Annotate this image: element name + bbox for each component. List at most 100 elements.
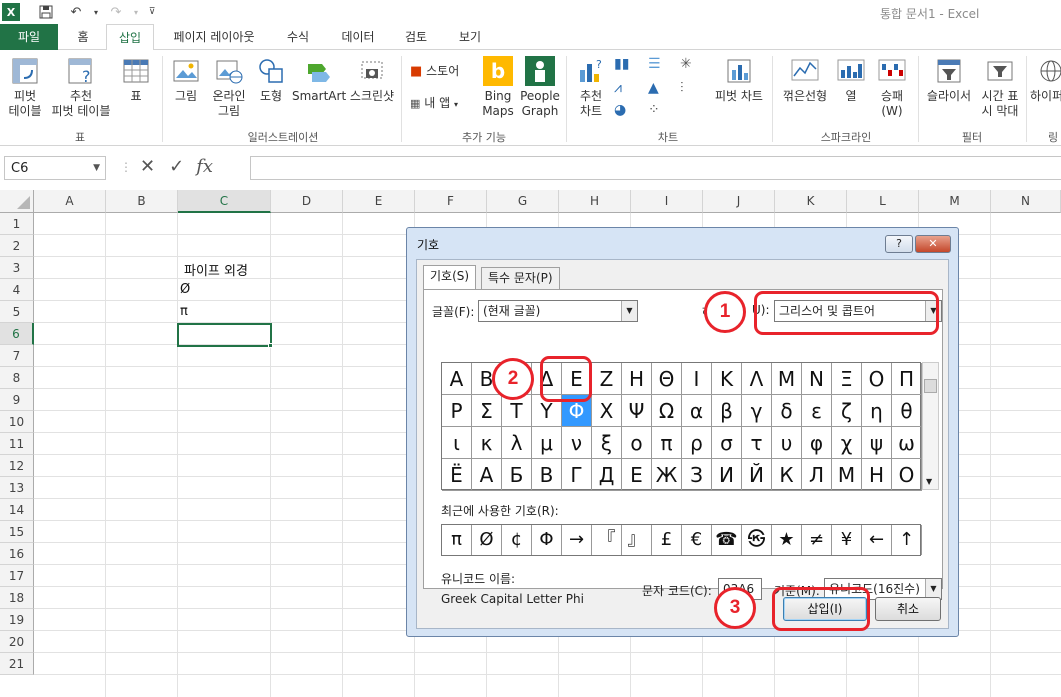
formula-input[interactable] [250, 156, 1061, 180]
row-header[interactable]: 18 [0, 587, 34, 609]
tab-special-characters[interactable]: 특수 문자(P) [481, 267, 560, 289]
symbol-cell[interactable]: φ [802, 427, 832, 459]
row-header[interactable]: 1 [0, 213, 34, 235]
column-header[interactable]: N [991, 190, 1061, 213]
scatter-chart-icon[interactable]: ⁘ [648, 102, 660, 118]
scrollbar-thumb[interactable] [924, 379, 937, 393]
recent-symbol[interactable]: ≠ [802, 525, 832, 555]
row-header[interactable]: 14 [0, 499, 34, 521]
recent-symbol[interactable]: ¥ [832, 525, 862, 555]
symbol-cell[interactable]: ζ [832, 395, 862, 427]
row-header[interactable]: 2 [0, 235, 34, 257]
select-all-corner[interactable] [0, 190, 34, 213]
symbol-cell[interactable]: О [892, 459, 922, 491]
symbol-cell[interactable]: Μ [772, 363, 802, 395]
undo-icon[interactable]: ↶ [66, 3, 86, 21]
pivot-table-button[interactable]: 피벗 테이블 [4, 56, 46, 119]
symbol-cell[interactable]: η [862, 395, 892, 427]
smartart-button[interactable]: SmartArt [292, 56, 346, 104]
save-icon[interactable] [36, 3, 56, 21]
column-header[interactable]: E [343, 190, 415, 213]
fill-handle[interactable] [268, 343, 273, 348]
recommended-charts-button[interactable]: ? 추천 차트 [572, 56, 610, 119]
sparkline-column-button[interactable]: 열 [834, 56, 868, 104]
cell-c3[interactable]: 파이프 외경 [184, 260, 248, 279]
symbol-cell[interactable]: Б [502, 459, 532, 491]
row-header[interactable]: 19 [0, 609, 34, 631]
symbol-cell[interactable]: Ξ [832, 363, 862, 395]
recent-symbol[interactable]: ¢ [502, 525, 532, 555]
symbol-cell[interactable]: Ο [862, 363, 892, 395]
symbol-cell[interactable]: β [712, 395, 742, 427]
scroll-down-icon[interactable]: ▼ [926, 477, 932, 486]
table-button[interactable]: 표 [118, 56, 154, 104]
symbol-cell[interactable]: ι [442, 427, 472, 459]
symbol-cell[interactable]: α [682, 395, 712, 427]
column-header[interactable]: H [559, 190, 631, 213]
slicer-button[interactable]: 슬라이서 [922, 56, 976, 104]
row-header[interactable]: 15 [0, 521, 34, 543]
symbol-cell[interactable]: Е [622, 459, 652, 491]
column-header[interactable]: A [34, 190, 106, 213]
recent-symbol[interactable]: Φ [532, 525, 562, 555]
timeline-button[interactable]: 시간 표 시 막대 [976, 56, 1024, 119]
symbol-cell[interactable]: ε [802, 395, 832, 427]
row-header[interactable]: 10 [0, 411, 34, 433]
chevron-down-icon[interactable]: ▼ [93, 163, 100, 173]
column-header[interactable]: G [487, 190, 559, 213]
font-select[interactable]: (현재 글꼴) ▼ [478, 300, 638, 322]
row-header[interactable]: 17 [0, 565, 34, 587]
symbol-cell[interactable]: М [832, 459, 862, 491]
symbol-cell[interactable]: μ [532, 427, 562, 459]
symbol-cell[interactable]: Ζ [592, 363, 622, 395]
tab-data[interactable]: 데이터 [332, 24, 384, 50]
row-header[interactable]: 21 [0, 653, 34, 675]
column-header[interactable]: B [106, 190, 178, 213]
chevron-down-icon[interactable]: ▼ [925, 579, 941, 599]
symbol-cell[interactable]: Χ [592, 395, 622, 427]
enter-icon[interactable]: ✓ [169, 156, 184, 177]
tab-review[interactable]: 검토 [392, 24, 440, 50]
symbol-cell[interactable]: Τ [502, 395, 532, 427]
cell-c4[interactable]: Ø [180, 282, 190, 297]
row-header[interactable]: 11 [0, 433, 34, 455]
symbol-cell[interactable]: Г [562, 459, 592, 491]
symbol-cell[interactable]: Ν [802, 363, 832, 395]
column-header[interactable]: M [919, 190, 991, 213]
sparkline-winloss-button[interactable]: 승패 (W) [872, 56, 912, 119]
row-header[interactable]: 7 [0, 345, 34, 367]
row-header[interactable]: 12 [0, 455, 34, 477]
symbol-cell[interactable]: Ρ [442, 395, 472, 427]
symbol-cell[interactable]: З [682, 459, 712, 491]
name-box[interactable]: C6 ▼ [4, 156, 106, 180]
tab-view[interactable]: 보기 [450, 24, 490, 50]
symbol-cell[interactable]: И [712, 459, 742, 491]
recent-symbol[interactable]: π [442, 525, 472, 555]
recent-symbol[interactable]: ← [862, 525, 892, 555]
recent-symbol[interactable]: ㉿ [742, 525, 772, 555]
symbol-cell[interactable]: Ω [652, 395, 682, 427]
column-header[interactable]: C [178, 190, 271, 213]
symbol-cell[interactable]: Σ [472, 395, 502, 427]
tab-symbols[interactable]: 기호(S) [423, 265, 477, 289]
pie-chart-icon[interactable]: ◕ [614, 102, 626, 118]
cancel-icon[interactable]: ✕ [140, 156, 155, 177]
symbol-cell[interactable]: Κ [712, 363, 742, 395]
symbol-cell[interactable]: ν [562, 427, 592, 459]
symbol-cell[interactable]: ο [622, 427, 652, 459]
symbol-cell[interactable]: δ [772, 395, 802, 427]
recent-symbol[interactable]: 『 [592, 525, 622, 555]
chevron-down-icon[interactable]: ▼ [621, 301, 637, 321]
picture-button[interactable]: 그림 [168, 56, 204, 104]
bar-chart-icon[interactable]: ☰ [648, 56, 661, 72]
symbol-cell[interactable]: Ё [442, 459, 472, 491]
symbol-cell[interactable]: χ [832, 427, 862, 459]
tab-formulas[interactable]: 수식 [276, 24, 320, 50]
symbol-cell[interactable]: γ [742, 395, 772, 427]
symbol-cell[interactable]: К [772, 459, 802, 491]
row-header[interactable]: 16 [0, 543, 34, 565]
symbol-cell[interactable]: κ [472, 427, 502, 459]
symbol-cell[interactable]: ξ [592, 427, 622, 459]
symbol-cell[interactable]: Н [862, 459, 892, 491]
column-header[interactable]: I [631, 190, 703, 213]
